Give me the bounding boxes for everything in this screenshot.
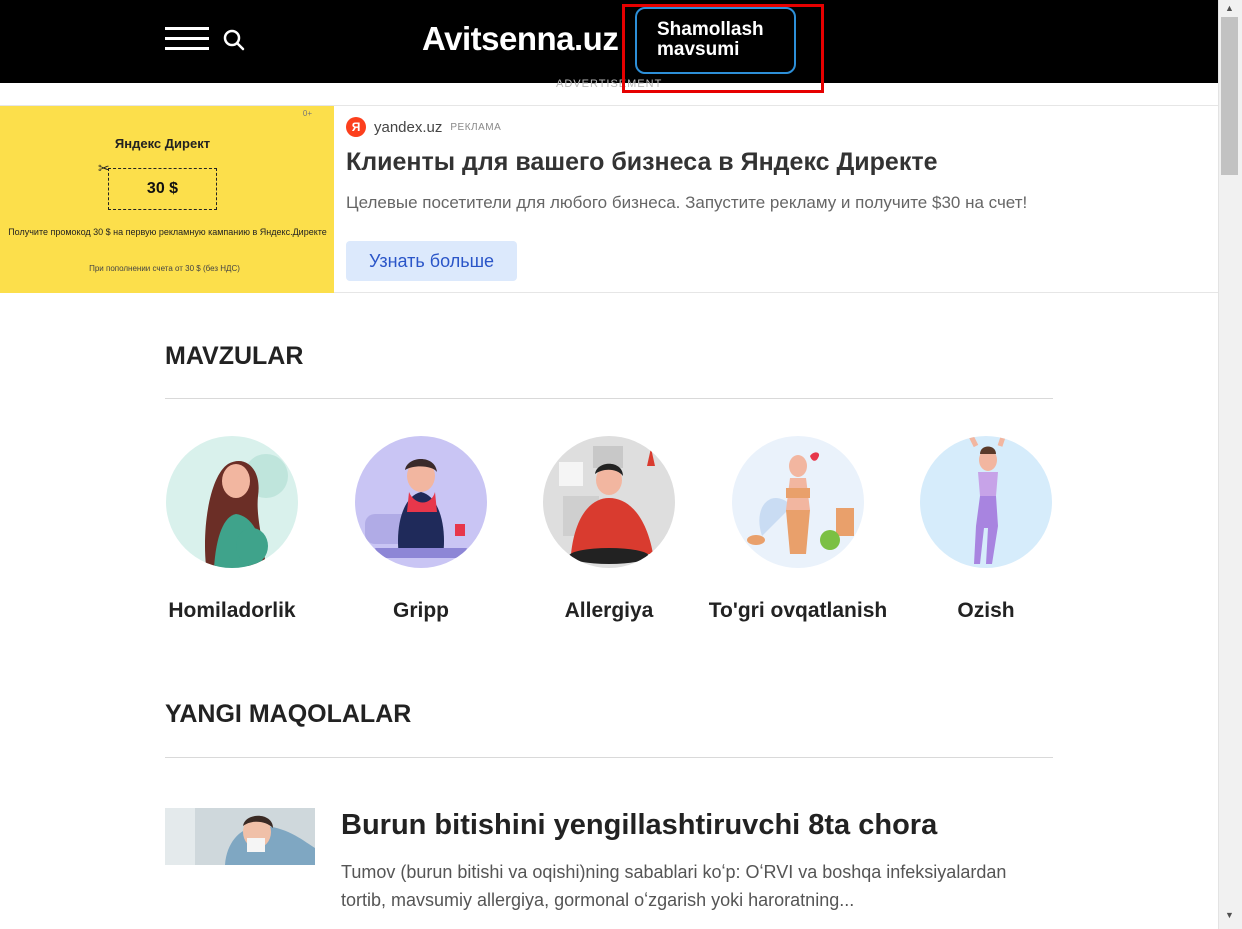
divider [165,398,1053,399]
scroll-down-icon[interactable]: ▼ [1225,910,1234,920]
site-header: Avitsenna.uz Shamollash mavsumi [0,0,1218,83]
ad-learn-more-button[interactable]: Узнать больше [346,241,517,281]
site-logo[interactable]: Avitsenna.uz [422,20,619,58]
scroll-up-icon[interactable]: ▲ [1225,3,1234,13]
ad-image[interactable]: 0+ Яндекс Директ ✂ 30 $ Получите промоко… [0,106,334,293]
sick-person-icon [355,436,487,568]
search-icon[interactable] [222,28,246,52]
topic-ozish[interactable]: Ozish [891,436,1081,629]
menu-icon[interactable] [165,27,209,51]
ad-domain[interactable]: yandex.uz [374,119,442,136]
ad-age-rating: 0+ [302,109,312,118]
slim-woman-icon [920,436,1052,568]
divider [165,757,1053,758]
topic-allergiya[interactable]: Allergiya [514,436,704,629]
allergy-person-icon [543,436,675,568]
topic-gripp[interactable]: Gripp [326,436,516,629]
articles-title: YANGI MAQOLALAR [165,700,412,728]
ad-title[interactable]: Клиенты для вашего бизнеса в Яндекс Дире… [346,148,938,177]
topic-label: Allergiya [564,599,654,622]
scrollbar-thumb[interactable] [1221,17,1238,175]
topics-title: MAVZULAR [165,342,304,370]
ad-image-brand: Яндекс Директ [114,136,211,151]
healthy-eating-icon [732,436,864,568]
article-description: Tumov (burun bitishi va oqishi)ning saba… [341,862,1007,910]
topic-togri-ovqatlanish[interactable]: To'gri ovqatlanish [703,436,893,629]
ad-source: Я yandex.uz РЕКЛАМА [346,117,501,137]
article-title[interactable]: Burun bitishini yengillashtiruvchi 8ta c… [341,809,937,842]
ad-image-promo: Получите промокод 30 $ на первую рекламн… [8,227,327,237]
topic-label: Gripp [393,599,449,622]
page-scrollbar[interactable]: ▲ ▼ [1218,0,1242,929]
ad-tag: РЕКЛАМА [450,121,502,133]
ad-banner[interactable]: 0+ Яндекс Директ ✂ 30 $ Получите промоко… [0,105,1218,293]
topic-label: Homiladorlik [168,599,296,622]
topic-label: To'gri ovqatlanish [708,599,888,622]
topic-label: Ozish [957,599,1015,622]
highlight-box [622,4,824,93]
yandex-icon: Я [346,117,366,137]
topic-homiladorlik[interactable]: Homiladorlik [137,436,327,629]
ad-description: Целевые посетители для любого бизнеса. З… [346,193,1028,212]
ad-image-note: При пополнении счета от 30 $ (без НДС) [89,264,240,273]
article-thumbnail[interactable] [165,808,315,865]
ad-coupon: 30 $ [108,168,217,210]
pregnant-woman-icon [166,436,298,568]
